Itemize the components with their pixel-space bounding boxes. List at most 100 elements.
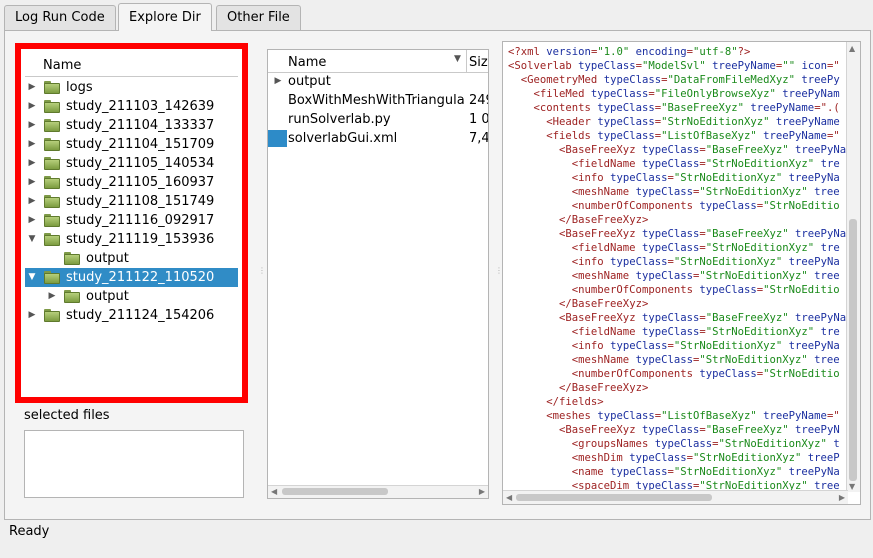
folder-icon [64, 290, 80, 303]
tree-row[interactable]: ▶ study_211108_151749 [25, 192, 238, 211]
tab-explore-dir[interactable]: Explore Dir [118, 3, 212, 31]
xml-token [508, 340, 572, 352]
xml-line: </BaseFreeXyz> [508, 297, 848, 311]
splitter-handle[interactable]: ⋮ [495, 266, 503, 280]
scroll-left-icon[interactable]: ◀ [506, 491, 512, 504]
xml-hscrollbar[interactable]: ◀ ▶ [503, 490, 848, 504]
xml-token: <fields [546, 130, 598, 142]
file-row[interactable]: solverlabGui.xml 7,4 [268, 129, 488, 148]
xml-token: "ListOfBaseXyz" [661, 410, 757, 422]
xml-token [508, 270, 572, 282]
xml-token: "StrNoEditionXyz" [692, 452, 802, 464]
expanded-arrow-icon[interactable]: ▼ [27, 268, 37, 287]
collapsed-arrow-icon[interactable]: ▶ [27, 116, 37, 135]
splitter-handle[interactable]: ⋮ [258, 266, 266, 280]
xml-line: <info typeClass="StrNoEditionXyz" treePy… [508, 255, 848, 269]
xml-token: <BaseFreeXyz [559, 424, 642, 436]
tree-row[interactable]: ▶ output [25, 287, 238, 306]
xml-token: </BaseFreeXyz> [559, 298, 649, 310]
xml-token: "DataFromFileMedXyz" [667, 74, 796, 86]
xml-token: treePy [795, 74, 840, 86]
xml-token: <info [571, 340, 611, 352]
file-list[interactable]: Name ▼ Siz ▶ output BoxWithMeshWithTriangu… [267, 49, 489, 499]
xml-token: typeClass [641, 312, 700, 324]
folder-icon [44, 309, 60, 322]
collapsed-arrow-icon[interactable]: ▶ [27, 78, 37, 97]
xml-token: tree [807, 480, 840, 490]
xml-token: tre [814, 158, 840, 170]
xml-viewer[interactable]: <?xml version="1.0" encoding="utf-8"?> <S… [502, 41, 861, 505]
collapsed-arrow-icon[interactable]: ▶ [27, 211, 37, 230]
file-header-name[interactable]: Name [288, 55, 326, 70]
tree-row[interactable]: output [25, 249, 238, 268]
tree-row[interactable]: ▼ study_211122_110520 [25, 268, 238, 287]
tree-row[interactable]: ▶ study_211105_160937 [25, 173, 238, 192]
xml-token: "StrNoEditionXyz" [699, 480, 808, 490]
tree-row[interactable]: ▶ study_211103_142639 [25, 97, 238, 116]
scrollbar-thumb[interactable] [516, 494, 712, 501]
xml-token: </BaseFreeXyz> [559, 214, 649, 226]
scroll-right-icon[interactable]: ▶ [839, 491, 845, 504]
tree-row[interactable]: ▶ study_211116_092917 [25, 211, 238, 230]
xml-vscrollbar[interactable]: ▲ ▼ [846, 42, 860, 492]
collapsed-arrow-icon[interactable]: ▶ [27, 192, 37, 211]
file-header-size[interactable]: Siz [469, 55, 488, 70]
scroll-right-icon[interactable]: ▶ [479, 486, 485, 498]
tree-header[interactable]: Name [25, 54, 238, 77]
xml-line: <GeometryMed typeClass="DataFromFileMedX… [508, 73, 848, 87]
xml-token: tree [807, 354, 840, 366]
scroll-up-icon[interactable]: ▲ [849, 44, 855, 53]
folder-icon [44, 271, 60, 284]
collapsed-arrow-icon[interactable]: ▶ [27, 97, 37, 116]
collapsed-arrow-icon[interactable]: ▶ [27, 173, 37, 192]
xml-token: "StrNoEditionXyz" [673, 256, 783, 268]
xml-token: "StrNoEditio [763, 200, 840, 212]
collapsed-arrow-icon[interactable]: ▶ [27, 135, 37, 154]
tree-row[interactable]: ▶ study_211124_154206 [25, 306, 238, 325]
scroll-down-icon[interactable]: ▼ [849, 482, 855, 491]
xml-token [508, 144, 559, 156]
scrollbar-thumb[interactable] [282, 488, 388, 495]
scroll-left-icon[interactable]: ◀ [271, 486, 277, 498]
xml-token: typeClass [699, 368, 757, 380]
file-name: solverlabGui.xml [288, 131, 398, 146]
tree-row[interactable]: ▶ study_211104_133337 [25, 116, 238, 135]
xml-token: treePyNa [782, 172, 840, 184]
xml-token: "StrNoEditionXyz" [705, 242, 815, 254]
expanded-arrow-icon[interactable]: ▼ [27, 230, 37, 249]
xml-token: "BaseFreeXyz" [661, 102, 745, 114]
xml-line: <fileMed typeClass="FileOnlyBrowseXyz" t… [508, 87, 848, 101]
tree-row[interactable]: ▶ logs [25, 78, 238, 97]
xml-token: treePyNa [782, 466, 840, 478]
collapsed-arrow-icon[interactable]: ▶ [27, 306, 37, 325]
scrollbar-thumb[interactable] [849, 219, 857, 481]
file-row[interactable]: runSolverlab.py 1 0 [268, 110, 488, 129]
folder-icon [44, 233, 60, 246]
column-divider[interactable] [466, 50, 467, 72]
file-list-hscrollbar[interactable]: ◀ ▶ [268, 485, 488, 498]
xml-line: <spaceDim typeClass="StrNoEditionXyz" tr… [508, 479, 848, 490]
xml-token: treePyNam [775, 88, 840, 100]
xml-token: "StrNoEditio [763, 284, 840, 296]
tree-row[interactable]: ▼ study_211119_153936 [25, 230, 238, 249]
xml-token: version [546, 46, 591, 58]
tab-other-file[interactable]: Other File [216, 5, 301, 30]
xml-token: encoding [629, 46, 687, 58]
xml-token: "StrNoEditionXyz" [699, 354, 808, 366]
sort-down-icon[interactable]: ▼ [454, 54, 461, 64]
xml-token: <fieldName [571, 242, 642, 254]
tree-row-label: study_211105_160937 [66, 175, 215, 190]
xml-content: <?xml version="1.0" encoding="utf-8"?> <S… [508, 45, 848, 490]
collapsed-arrow-icon[interactable]: ▶ [47, 287, 57, 306]
folder-icon [44, 157, 60, 170]
tree-row[interactable]: ▶ study_211105_140534 [25, 154, 238, 173]
file-row[interactable]: ▶ output [268, 72, 488, 91]
directory-tree[interactable]: Name ▶ logs ▶ study_211103_142639 ▶ study_211… [15, 43, 248, 403]
file-row[interactable]: BoxWithMeshWithTriangular 249 [268, 91, 488, 110]
xml-token: <fieldName [571, 326, 642, 338]
tab-log-run-code[interactable]: Log Run Code [4, 5, 116, 30]
selected-files-box[interactable] [24, 430, 244, 498]
tree-row[interactable]: ▶ study_211104_151709 [25, 135, 238, 154]
collapsed-arrow-icon[interactable]: ▶ [273, 72, 283, 91]
collapsed-arrow-icon[interactable]: ▶ [27, 154, 37, 173]
